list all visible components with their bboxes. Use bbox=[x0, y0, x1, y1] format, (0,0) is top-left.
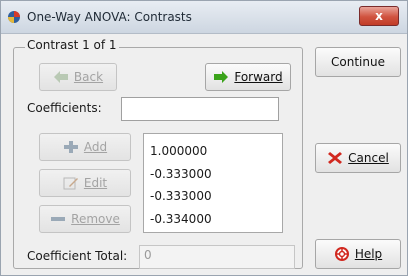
cancel-button-label: Cancel bbox=[348, 151, 389, 165]
coefficients-input[interactable] bbox=[121, 97, 279, 121]
plus-icon bbox=[63, 141, 78, 153]
window-title: One-Way ANOVA: Contrasts bbox=[27, 10, 192, 24]
dialog-window: One-Way ANOVA: Contrasts x Contrast 1 of… bbox=[0, 0, 408, 276]
coefficients-label: Coefficients: bbox=[27, 101, 102, 115]
continue-button-label: Continue bbox=[331, 55, 385, 69]
continue-button[interactable]: Continue bbox=[315, 47, 401, 77]
back-button-label: Back bbox=[73, 70, 104, 84]
cancel-button[interactable]: Cancel bbox=[315, 143, 401, 173]
help-button[interactable]: Help bbox=[315, 239, 401, 269]
coefficient-total-label: Coefficient Total: bbox=[27, 249, 128, 263]
pencil-icon bbox=[63, 177, 78, 190]
back-button[interactable]: Back bbox=[39, 63, 117, 91]
list-item[interactable]: -0.334000 bbox=[144, 208, 282, 231]
contrast-group-title: Contrast 1 of 1 bbox=[25, 38, 119, 52]
forward-button[interactable]: Forward bbox=[205, 63, 291, 91]
help-button-label: Help bbox=[354, 247, 383, 261]
list-item[interactable]: 1.000000 bbox=[144, 140, 282, 163]
cancel-x-icon bbox=[328, 152, 343, 164]
coefficient-total-field: 0 bbox=[139, 245, 295, 269]
coefficients-list[interactable]: 1.000000 -0.333000 -0.333000 -0.334000 bbox=[143, 133, 283, 233]
help-lifebuoy-icon bbox=[334, 247, 349, 261]
arrow-left-icon bbox=[53, 71, 68, 83]
remove-button[interactable]: Remove bbox=[39, 205, 131, 233]
close-button[interactable]: x bbox=[359, 6, 399, 26]
app-icon bbox=[8, 11, 20, 23]
minus-icon bbox=[51, 217, 66, 221]
forward-button-label: Forward bbox=[234, 70, 283, 84]
arrow-right-icon bbox=[214, 71, 229, 83]
title-bar[interactable]: One-Way ANOVA: Contrasts x bbox=[1, 1, 407, 34]
list-item[interactable]: -0.333000 bbox=[144, 163, 282, 186]
edit-button[interactable]: Edit bbox=[39, 169, 131, 197]
add-button[interactable]: Add bbox=[39, 133, 131, 161]
remove-button-label: Remove bbox=[71, 212, 120, 226]
add-button-label: Add bbox=[83, 140, 108, 154]
list-item[interactable]: -0.333000 bbox=[144, 185, 282, 208]
edit-button-label: Edit bbox=[83, 176, 108, 190]
